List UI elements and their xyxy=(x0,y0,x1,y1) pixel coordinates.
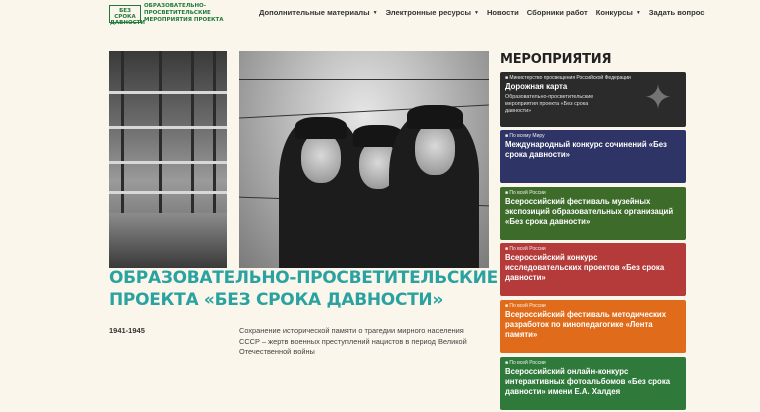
logo-text-line: ОБРАЗОВАТЕЛЬНО-ПРОСВЕТИТЕЛЬСКИЕ xyxy=(144,3,211,16)
project-description: Сохранение исторической памяти о трагеди… xyxy=(239,326,489,358)
card-title-line: интерактивных фотоальбомов «Без срока xyxy=(505,377,671,386)
card-tag: ■ По всей России xyxy=(505,303,546,309)
card-subtitle-line: мероприятия проекта «Без срока xyxy=(505,101,589,107)
logo-emblem: БЕЗ СРОКА ДАВНОСТИ xyxy=(109,4,146,26)
nav-collections[interactable]: Сборники работ xyxy=(527,8,588,17)
nav-label: Сборники работ xyxy=(526,8,588,17)
card-title-line: Всероссийский онлайн-конкурс xyxy=(505,367,629,376)
card-title: Всероссийский фестиваль методических раз… xyxy=(505,310,681,340)
main-nav: Дополнительные материалы ▼ Электронные р… xyxy=(259,8,713,17)
event-card-research-contest[interactable]: ■ По всей России Всероссийский конкурс и… xyxy=(500,243,686,296)
card-title-line: срока давности» xyxy=(505,150,570,159)
nav-additional-materials[interactable]: Дополнительные материалы ▼ xyxy=(259,8,378,17)
nav-label: Новости xyxy=(486,8,519,17)
description-line: Отечественной войны xyxy=(239,347,315,356)
title-line: ОБРАЗОВАТЕЛЬНО-ПРОСВЕТИТЕЛЬСКИЕ МЕРОПРИЯ… xyxy=(109,268,649,288)
logo-text: ОБРАЗОВАТЕЛЬНО-ПРОСВЕТИТЕЛЬСКИЕ МЕРОПРИЯ… xyxy=(144,3,234,24)
card-tag: ■ По всей России xyxy=(505,246,546,252)
years-label: 1941-1945 xyxy=(109,326,145,335)
logo-text-line: МЕРОПРИЯТИЯ ПРОЕКТА xyxy=(144,17,224,23)
events-heading: МЕРОПРИЯТИЯ xyxy=(500,52,612,67)
card-title-line: Всероссийский фестиваль методических xyxy=(505,310,667,319)
card-title-line: Всероссийский конкурс xyxy=(505,253,598,262)
card-subtitle: Образовательно-просветительские мероприя… xyxy=(505,94,681,115)
nav-label: Задать вопрос xyxy=(648,8,705,17)
card-title: Всероссийский фестиваль музейных экспози… xyxy=(505,197,681,227)
card-subtitle-line: Образовательно-просветительские xyxy=(505,94,594,100)
event-card-photo-album-contest[interactable]: ■ По всей России Всероссийский онлайн-ко… xyxy=(500,357,686,410)
title-line: ПРОЕКТА «БЕЗ СРОКА ДАВНОСТИ» xyxy=(109,290,444,310)
logo-box-line: ДАВНОСТИ xyxy=(110,19,146,26)
card-tag: ■ По всей России xyxy=(505,360,546,366)
caret-down-icon: ▼ xyxy=(635,9,641,16)
nav-label: Электронные ресурсы xyxy=(385,8,471,17)
card-title-line: Международный конкурс сочинений «Без xyxy=(505,140,667,149)
logo-box-line: БЕЗ СРОКА xyxy=(114,7,136,20)
card-tag: ■ Министерство просвещения Российской Фе… xyxy=(505,75,631,81)
barracks-photo xyxy=(109,51,227,268)
caret-down-icon: ▼ xyxy=(473,9,479,16)
card-title-line: давности» имени Е.А. Халдея xyxy=(505,387,621,396)
event-card-roadmap[interactable]: ✦ ■ Министерство просвещения Российской … xyxy=(500,72,686,127)
nav-contests[interactable]: Конкурсы ▼ xyxy=(596,8,641,17)
page-title: ОБРАЗОВАТЕЛЬНО-ПРОСВЕТИТЕЛЬСКИЕ МЕРОПРИЯ… xyxy=(109,267,649,311)
event-card-essay-contest[interactable]: ■ По всему Миру Международный конкурс со… xyxy=(500,130,686,183)
card-title-line: экспозиций образовательных организаций xyxy=(505,207,674,216)
nav-ask-question[interactable]: Задать вопрос xyxy=(649,8,705,17)
card-title-line: памяти» xyxy=(505,330,538,339)
nav-electronic-resources[interactable]: Электронные ресурсы ▼ xyxy=(386,8,479,17)
card-title-line: Всероссийский фестиваль музейных xyxy=(505,197,651,206)
card-title: Всероссийский онлайн-конкурс интерактивн… xyxy=(505,367,681,397)
card-title-line: исследовательских проектов «Без срока xyxy=(505,263,665,272)
nav-news[interactable]: Новости xyxy=(487,8,519,17)
card-subtitle-line: давности» xyxy=(505,108,532,114)
header: БЕЗ СРОКА ДАВНОСТИ ОБРАЗОВАТЕЛЬНО-ПРОСВЕ… xyxy=(0,0,760,26)
card-title-line: давности» xyxy=(505,273,546,282)
card-tag: ■ По всей России xyxy=(505,190,546,196)
description-line: СССР – жертв военных преступлений нацист… xyxy=(239,336,467,346)
site-logo[interactable]: БЕЗ СРОКА ДАВНОСТИ ОБРАЗОВАТЕЛЬНО-ПРОСВЕ… xyxy=(109,3,234,26)
war-children-photo xyxy=(239,51,489,268)
card-title-line: «Без срока давности» xyxy=(505,217,591,226)
event-card-museum-festival[interactable]: ■ По всей России Всероссийский фестиваль… xyxy=(500,187,686,240)
card-title: Всероссийский конкурс исследовательских … xyxy=(505,253,681,283)
description-line: Сохранение исторической памяти о трагеди… xyxy=(239,326,464,335)
card-title-line: разработок по кинопедагогике «Лента xyxy=(505,320,653,329)
card-tag: ■ По всему Миру xyxy=(505,133,545,139)
nav-label: Конкурсы xyxy=(595,8,633,17)
nav-label: Дополнительные материалы xyxy=(259,8,370,17)
card-title: Международный конкурс сочинений «Без сро… xyxy=(505,140,681,160)
event-card-film-festival[interactable]: ■ По всей России Всероссийский фестиваль… xyxy=(500,300,686,353)
caret-down-icon: ▼ xyxy=(372,9,378,16)
